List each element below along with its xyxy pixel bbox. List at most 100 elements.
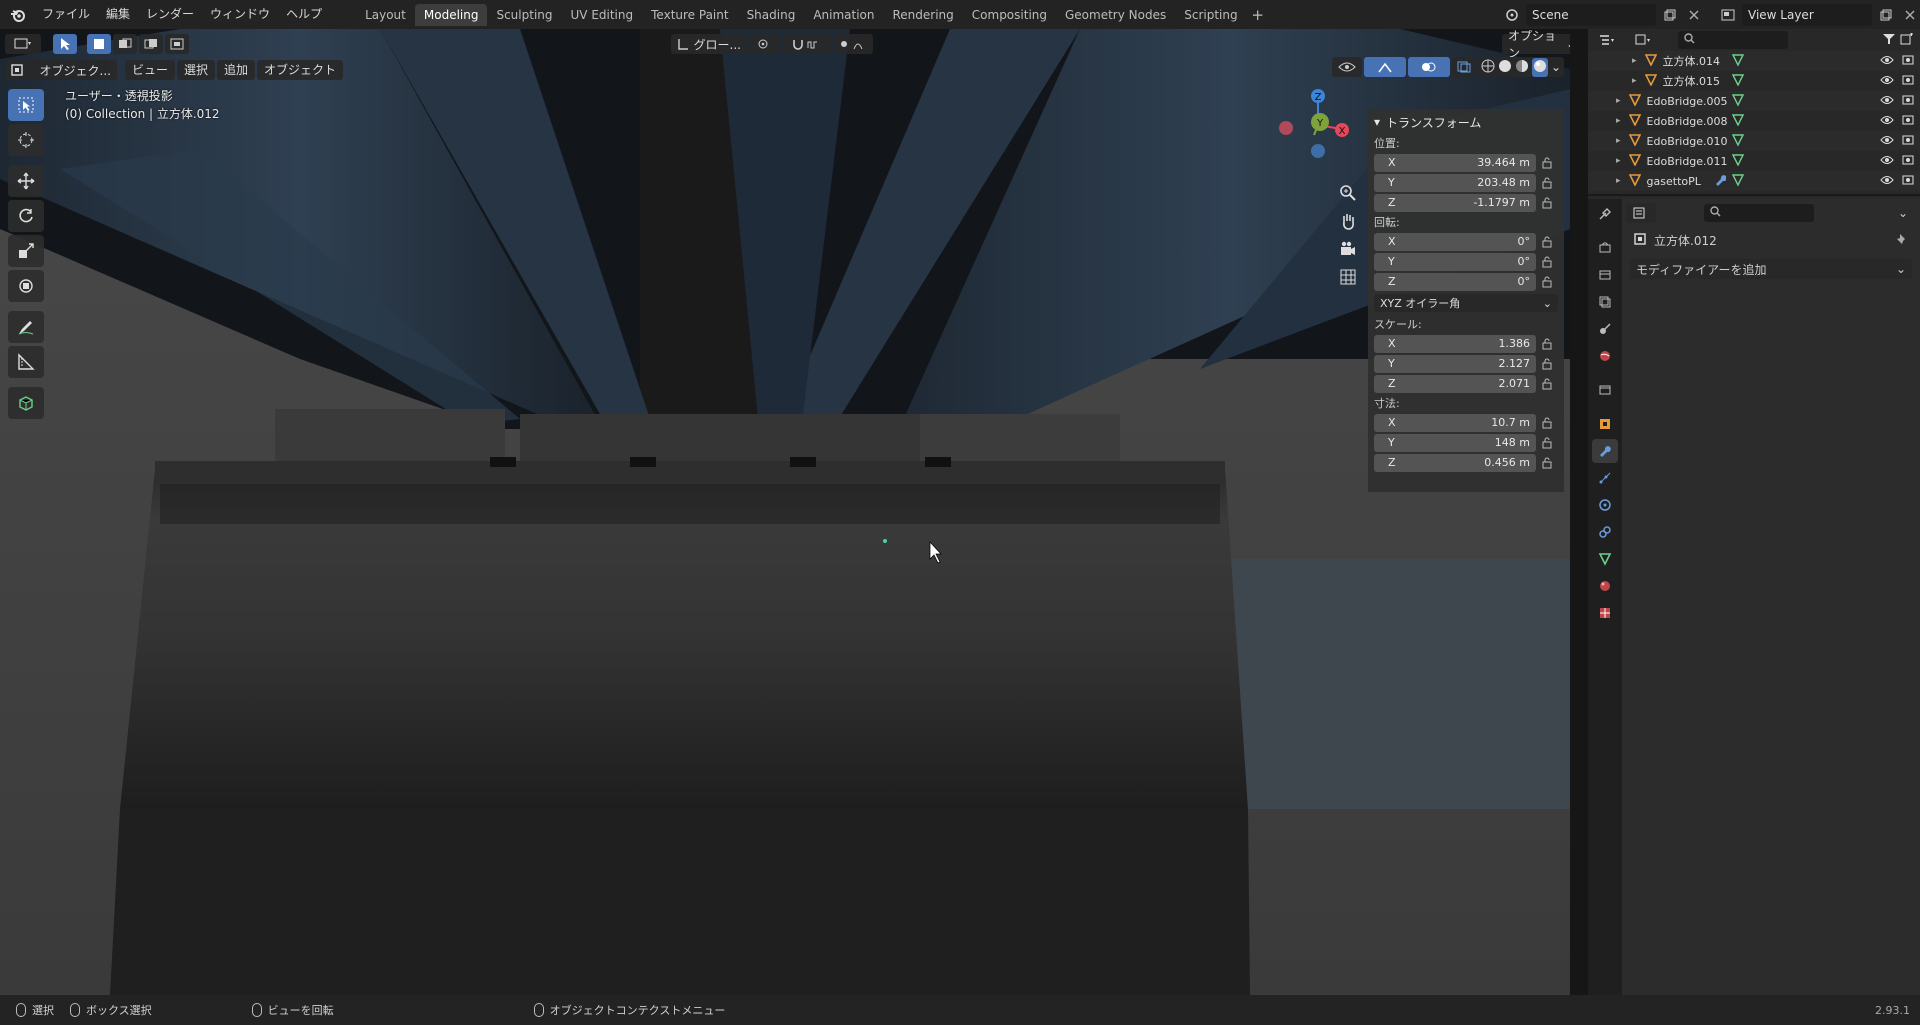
add-cube-tool-icon[interactable] (8, 387, 44, 419)
object-icon[interactable] (1592, 412, 1618, 436)
modifier-wrench-icon[interactable] (1592, 439, 1618, 463)
filter-icon[interactable] (1882, 33, 1896, 48)
dimensions-z-field[interactable]: Z 0.456 m (1374, 453, 1536, 472)
pivot-point-icon[interactable] (749, 34, 781, 54)
output-icon[interactable] (1592, 263, 1618, 287)
viewport-menu-2[interactable]: 追加 (217, 60, 256, 80)
pan-hand-icon[interactable] (1334, 207, 1362, 235)
copy-view-layer-icon[interactable] (1876, 4, 1896, 26)
lock-icon[interactable] (1536, 437, 1558, 449)
texture-icon[interactable] (1592, 601, 1618, 625)
rotation-z-field[interactable]: Z 0° (1374, 272, 1536, 291)
viewport-menu-0[interactable]: ビュー (125, 60, 176, 80)
mode-dropdown[interactable]: オブジェク... (5, 60, 117, 80)
expand-arrow-icon[interactable]: ▸ (1632, 76, 1637, 86)
select-mode-tweak-icon[interactable] (53, 34, 77, 54)
workspace-tab-geometry-nodes[interactable]: Geometry Nodes (1056, 4, 1175, 26)
cursor-tool-icon[interactable] (8, 124, 44, 156)
lock-icon[interactable] (1536, 457, 1558, 469)
render-camera-icon[interactable] (1902, 175, 1914, 188)
menu-item-0[interactable]: ファイル (34, 0, 98, 29)
lock-icon[interactable] (1536, 256, 1558, 268)
proportional-edit-icon[interactable] (833, 34, 873, 54)
workspace-tab-sculpting[interactable]: Sculpting (487, 4, 561, 26)
rotation-x-field[interactable]: X 0° (1374, 232, 1536, 251)
close-scene-icon[interactable] (1684, 4, 1704, 26)
transform-orientation-dropdown[interactable]: グロー... (671, 34, 747, 54)
add-workspace-button[interactable]: + (1247, 6, 1269, 24)
menu-item-2[interactable]: レンダー (138, 0, 202, 29)
scale-y-field[interactable]: Y 2.127 (1374, 354, 1536, 373)
scene-name-field[interactable]: Scene (1526, 3, 1656, 26)
select-box-extend-icon[interactable] (113, 34, 137, 54)
world-icon[interactable] (1592, 344, 1618, 368)
expand-arrow-icon[interactable]: ▸ (1632, 56, 1637, 66)
visibility-eye-icon[interactable] (1880, 135, 1894, 148)
outliner-row[interactable]: ▸ 立方体.015 (1588, 71, 1920, 91)
workspace-tab-scripting[interactable]: Scripting (1175, 4, 1246, 26)
workspace-tab-animation[interactable]: Animation (804, 4, 883, 26)
blender-logo-icon[interactable] (8, 5, 28, 25)
gizmo-toggle-icon[interactable] (1364, 57, 1406, 77)
scene-icon[interactable] (1502, 4, 1522, 26)
outliner-row[interactable]: ▸ 立方体.014 (1588, 51, 1920, 71)
expand-arrow-icon[interactable]: ▸ (1616, 176, 1621, 186)
transform-tool-icon[interactable] (8, 270, 44, 302)
properties-search-input[interactable] (1704, 204, 1814, 222)
menu-item-3[interactable]: ウィンドウ (202, 0, 278, 29)
gizmo-neg-x[interactable] (1279, 121, 1293, 135)
lock-icon[interactable] (1536, 177, 1558, 189)
workspace-tab-texture-paint[interactable]: Texture Paint (642, 4, 737, 26)
rotate-tool-icon[interactable] (8, 200, 44, 232)
outliner-row[interactable]: ▸ EdoBridge.008 (1588, 111, 1920, 131)
expand-arrow-icon[interactable]: ▸ (1616, 96, 1621, 106)
material-icon[interactable] (1592, 574, 1618, 598)
scene-icon[interactable] (1592, 317, 1618, 341)
location-y-field[interactable]: Y 203.48 m (1374, 173, 1536, 192)
particles-icon[interactable] (1592, 466, 1618, 490)
viewport-menu-3[interactable]: オブジェクト (257, 60, 344, 80)
outliner[interactable]: ▸ 立方体.014 ▸ 立方体.015 ▸ EdoBridge.005 ▸ EdoBridge… (1588, 29, 1920, 196)
dimensions-x-field[interactable]: X 10.7 m (1374, 413, 1536, 432)
pin-icon[interactable] (1896, 233, 1908, 248)
wireframe-shading-icon[interactable] (1481, 59, 1495, 76)
dimensions-y-field[interactable]: Y 148 m (1374, 433, 1536, 452)
workspace-tab-rendering[interactable]: Rendering (884, 4, 963, 26)
select-box-invert-icon[interactable] (165, 34, 189, 54)
lock-icon[interactable] (1536, 236, 1558, 248)
physics-icon[interactable] (1592, 493, 1618, 517)
add-modifier-dropdown[interactable]: モディファイアーを追加 ⌄ (1630, 259, 1912, 279)
view-layer-icon[interactable] (1718, 4, 1738, 26)
lock-icon[interactable] (1536, 417, 1558, 429)
outliner-row[interactable]: ▸ gasettoPL (1588, 171, 1920, 191)
lock-icon[interactable] (1536, 378, 1558, 390)
scale-tool-icon[interactable] (8, 235, 44, 267)
expand-arrow-icon[interactable]: ▸ (1616, 136, 1621, 146)
render-icon[interactable] (1592, 236, 1618, 260)
gizmo-neg-z[interactable] (1311, 144, 1325, 158)
tool-settings-icon[interactable] (1592, 202, 1618, 226)
expand-arrow-icon[interactable]: ▸ (1616, 156, 1621, 166)
viewport-menu-1[interactable]: 選択 (177, 60, 216, 80)
scale-z-field[interactable]: Z 2.071 (1374, 374, 1536, 393)
outliner-editor-icon[interactable] (1592, 30, 1622, 50)
visibility-eye-icon[interactable] (1880, 115, 1894, 128)
overlay-toggle-icon[interactable] (1408, 57, 1450, 77)
render-camera-icon[interactable] (1902, 95, 1914, 108)
lock-icon[interactable] (1536, 338, 1558, 350)
select-box-subtract-icon[interactable] (139, 34, 163, 54)
menu-item-4[interactable]: ヘルプ (278, 0, 330, 29)
constraints-icon[interactable] (1592, 520, 1618, 544)
close-view-layer-icon[interactable] (1900, 4, 1920, 26)
workspace-tab-layout[interactable]: Layout (356, 4, 415, 26)
mesh-data-icon[interactable] (1592, 547, 1618, 571)
lock-icon[interactable] (1536, 358, 1558, 370)
solid-shading-icon[interactable] (1498, 59, 1512, 76)
navigation-gizmo[interactable]: Z X Y (1276, 85, 1356, 165)
zoom-icon[interactable] (1334, 179, 1362, 207)
visibility-eye-icon[interactable] (1880, 155, 1894, 168)
visibility-eye-icon[interactable] (1880, 55, 1894, 68)
rotation-y-field[interactable]: Y 0° (1374, 252, 1536, 271)
options-dropdown[interactable]: オプション⌄ (1502, 29, 1570, 60)
select-box-new-icon[interactable] (87, 34, 111, 54)
